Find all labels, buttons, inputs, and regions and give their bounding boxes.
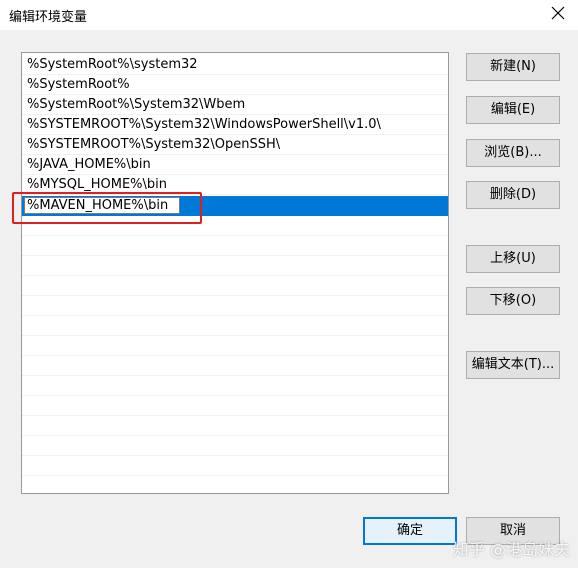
list-row-empty xyxy=(22,476,448,493)
list-item-text: %MYSQL_HOME%\bin xyxy=(27,177,168,192)
list-item-selected[interactable]: %MAVEN_HOME%\bin xyxy=(22,196,448,216)
cancel-button[interactable]: 取消 xyxy=(466,517,560,545)
list-row-empty xyxy=(22,216,448,236)
close-icon[interactable] xyxy=(550,5,566,21)
list-item[interactable]: %SYSTEMROOT%\System32\OpenSSH\ xyxy=(22,135,448,155)
list-item-text: %SYSTEMROOT%\System32\WindowsPowerShell\… xyxy=(27,117,381,132)
list-row-empty xyxy=(22,316,448,336)
list-row-empty xyxy=(22,436,448,456)
list-row-empty xyxy=(22,336,448,356)
list-item-text: %SYSTEMROOT%\System32\OpenSSH\ xyxy=(27,137,281,152)
path-list[interactable]: %SystemRoot%\system32 %SystemRoot% %Syst… xyxy=(21,52,449,494)
list-row-empty xyxy=(22,256,448,276)
list-item[interactable]: %SystemRoot% xyxy=(22,75,448,95)
title-bar: 编辑环境变量 xyxy=(0,0,578,30)
ok-button[interactable]: 确定 xyxy=(363,517,457,545)
window-title: 编辑环境变量 xyxy=(9,10,88,25)
browse-button[interactable]: 浏览(B)... xyxy=(466,139,560,167)
new-button[interactable]: 新建(N) xyxy=(466,53,560,81)
delete-button[interactable]: 删除(D) xyxy=(466,181,560,209)
list-row-empty xyxy=(22,396,448,416)
list-item-text: %SystemRoot%\system32 xyxy=(27,57,198,72)
edit-text-button[interactable]: 编辑文本(T)... xyxy=(466,351,560,379)
list-row-empty xyxy=(22,296,448,316)
list-row-empty xyxy=(22,356,448,376)
list-row-empty xyxy=(22,276,448,296)
list-item[interactable]: %SystemRoot%\system32 xyxy=(22,55,448,75)
list-item-text: %SystemRoot%\System32\Wbem xyxy=(27,97,246,112)
list-row-empty xyxy=(22,456,448,476)
list-item[interactable]: %SYSTEMROOT%\System32\WindowsPowerShell\… xyxy=(22,115,448,135)
edit-button[interactable]: 编辑(E) xyxy=(466,96,560,124)
list-item-text: %JAVA_HOME%\bin xyxy=(27,157,151,172)
path-edit-input[interactable]: %MAVEN_HOME%\bin xyxy=(24,197,180,214)
list-item[interactable]: %MYSQL_HOME%\bin xyxy=(22,175,448,195)
list-item[interactable]: %JAVA_HOME%\bin xyxy=(22,155,448,175)
list-row-empty xyxy=(22,416,448,436)
move-up-button[interactable]: 上移(U) xyxy=(466,245,560,273)
list-row-empty xyxy=(22,236,448,256)
list-item-text: %SystemRoot% xyxy=(27,77,130,92)
list-item[interactable]: %SystemRoot%\System32\Wbem xyxy=(22,95,448,115)
list-row-empty xyxy=(22,376,448,396)
move-down-button[interactable]: 下移(O) xyxy=(466,287,560,315)
